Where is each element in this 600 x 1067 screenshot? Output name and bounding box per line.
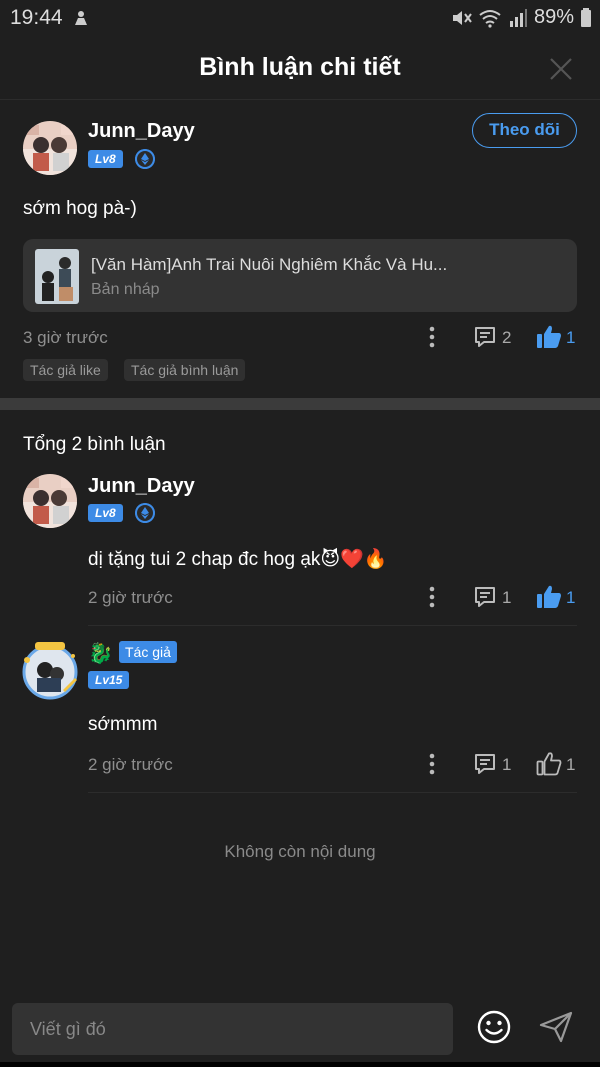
like-count: 1 [566,755,576,774]
status-icons: 89% [450,6,592,29]
status-bar: 19:44 89% [0,0,600,36]
comment-text: sớmmm [88,714,158,735]
post-time: 3 giờ trước [23,328,108,347]
notification-icon [75,11,87,25]
author-tag: Tác giả [119,641,177,663]
battery-percent: 89% [533,6,574,28]
reply-count: 1 [502,755,512,774]
comment-text: dị tặng tui 2 chap đc hog ạk😈❤️🔥 [88,549,388,570]
avatar-frame-image [22,642,78,700]
like-count: 1 [566,588,576,607]
nav-bar [0,1062,600,1067]
comment-icon[interactable] [473,325,497,349]
comment-time: 2 giờ trước [88,588,173,607]
story-title: [Văn Hàm]Anh Trai Nuôi Nghiêm Khắc Và Hu… [91,255,448,274]
comment-author-name[interactable]: Junn_Dayy [88,475,195,498]
name-emoji: 🐉 [88,643,113,665]
header: Bình luận chi tiết [0,36,600,100]
battery-icon [581,7,591,27]
comment-count: 2 [502,328,512,347]
level-badge: Lv8 [88,150,123,168]
close-icon[interactable] [548,56,574,82]
like-icon-filled[interactable] [536,584,562,609]
page-title: Bình luận chi tiết [199,53,401,81]
signal-icon [509,8,527,27]
send-icon[interactable] [538,1010,574,1044]
level-badge: Lv15 [88,671,130,689]
wifi-icon [479,9,501,28]
more-options-icon[interactable] [429,586,435,608]
follow-button[interactable]: Theo dõi [472,113,577,148]
story-card[interactable]: [Văn Hàm]Anh Trai Nuôi Nghiêm Khắc Và Hu… [23,239,577,312]
reply-icon[interactable] [473,585,497,609]
like-count: 1 [566,328,576,347]
comment-input-bar [0,990,600,1067]
reply-count: 1 [502,588,512,607]
post-author-name[interactable]: Junn_Dayy [88,120,195,143]
comments-total-title: Tổng 2 bình luận [23,434,166,455]
like-icon-filled[interactable] [536,324,562,349]
comment-avatar[interactable] [23,474,77,528]
story-status: Bản nháp [91,281,160,298]
comment-separator [88,625,577,626]
tag-author-like: Tác giả like [23,359,108,381]
post-author-avatar[interactable] [23,121,77,175]
tag-author-comment: Tác giả bình luận [124,359,246,381]
comment-separator [88,792,577,793]
more-options-icon[interactable] [429,326,435,348]
comment-avatar[interactable] [19,640,81,702]
post-text: sớm hog pà-) [23,198,137,219]
reply-icon[interactable] [473,752,497,776]
comment-input[interactable] [12,1003,453,1055]
comment-time: 2 giờ trước [88,755,173,774]
emoji-icon[interactable] [476,1009,512,1045]
status-time: 19:44 [10,6,63,29]
more-options-icon[interactable] [429,753,435,775]
like-icon-outline[interactable] [536,751,562,776]
mute-icon [452,10,472,25]
level-badge: Lv8 [88,504,123,522]
avatar-image [23,121,77,175]
section-divider [0,398,600,410]
verified-icon [135,503,155,523]
verified-icon [135,149,155,169]
avatar-image [23,474,77,528]
story-thumbnail [35,249,79,304]
end-of-content-text: Không còn nội dung [224,842,376,861]
